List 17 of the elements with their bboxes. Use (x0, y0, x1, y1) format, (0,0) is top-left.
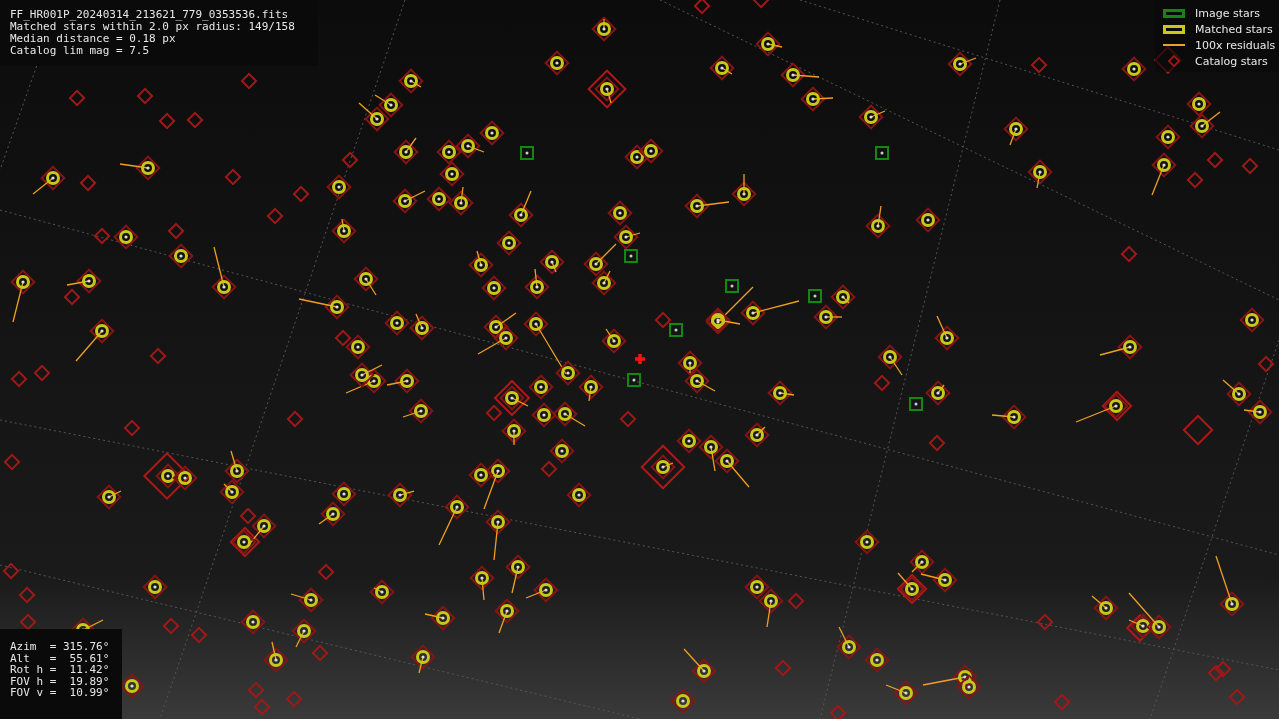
legend-label: Catalog stars (1195, 54, 1268, 68)
image-star-swatch-icon (1163, 8, 1185, 18)
pointing-line: Alt = 55.61° (10, 652, 111, 664)
info-line: Catalog lim mag = 7.5 (10, 45, 151, 57)
info-line: FF_HR001P_20240314_213621_779_0353536.fits (10, 9, 290, 21)
pointing-line: Azim = 315.76° (10, 641, 111, 653)
legend-label: 100x residuals (1195, 38, 1276, 52)
legend-label: Image stars (1195, 6, 1260, 20)
catalog-diamond-icon (1168, 55, 1180, 67)
residual-line-icon (1163, 44, 1185, 46)
pointing-line: FOV v = 10.99° (10, 687, 111, 699)
pointing-line: FOV h = 19.89° (10, 675, 111, 687)
legend-label: Matched stars (1195, 22, 1273, 36)
info-line: Median distance = 0.18 px (10, 33, 177, 45)
pointing-line: Rot h = 11.42° (10, 664, 111, 676)
info-line: Matched stars within 2.0 px radius: 149/158 (10, 21, 296, 33)
matched-star-swatch-icon (1163, 24, 1185, 34)
